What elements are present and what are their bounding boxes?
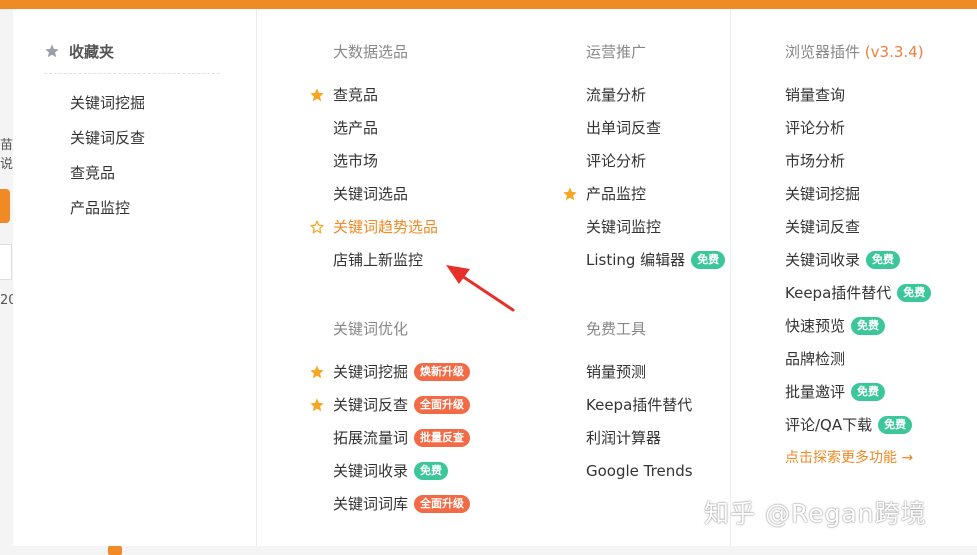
zhihu-watermark: 知乎 @Regan跨境 — [704, 499, 927, 528]
red-arrow-annotation-icon — [446, 265, 515, 312]
